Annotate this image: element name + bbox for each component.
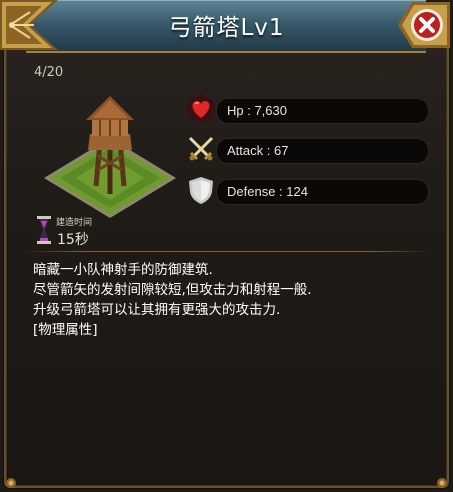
- stat-text: Attack : 67: [227, 143, 289, 158]
- divider: [22, 251, 432, 252]
- close-icon: [411, 9, 443, 41]
- stat-bar: Hp : 7,630: [216, 98, 429, 124]
- hourglass-icon: [37, 216, 51, 244]
- level-counter: 4/20: [34, 65, 64, 80]
- close-button[interactable]: [398, 2, 450, 48]
- description-line: [物理属性]: [33, 322, 98, 338]
- corner-bolt-icon: [437, 478, 447, 488]
- stat-attack: Attack : 67: [186, 134, 429, 164]
- stat-text: Defense : 124: [227, 184, 308, 199]
- corner-bolt-icon: [6, 478, 16, 488]
- stat-hp: Hp : 7,630: [186, 94, 429, 124]
- shield-icon: [189, 177, 213, 204]
- stat-bar: Defense : 124: [216, 179, 429, 205]
- stat-bar: Attack : 67: [216, 138, 429, 164]
- heart-icon: [187, 95, 215, 123]
- page-title: 弓箭塔Lv1: [168, 15, 285, 41]
- stat-defense: Defense : 124: [186, 175, 429, 205]
- crossed-swords-icon: [188, 136, 214, 161]
- description-line: 尽管箭矢的发射间隙较短,但攻击力和射程一般.: [33, 282, 312, 298]
- archer-tower-image: [44, 96, 176, 218]
- description-line: 升级弓箭塔可以让其拥有更强大的攻击力.: [33, 302, 281, 318]
- description-line: 暗藏一小队神射手的防御建筑.: [33, 262, 213, 278]
- build-time-label: 建造时间: [56, 218, 93, 228]
- build-time-value: 15秒: [57, 232, 89, 248]
- description: 暗藏一小队神射手的防御建筑. 尽管箭矢的发射间隙较短,但攻击力和射程一般. 升级…: [33, 260, 433, 340]
- stat-text: Hp : 7,630: [227, 103, 287, 118]
